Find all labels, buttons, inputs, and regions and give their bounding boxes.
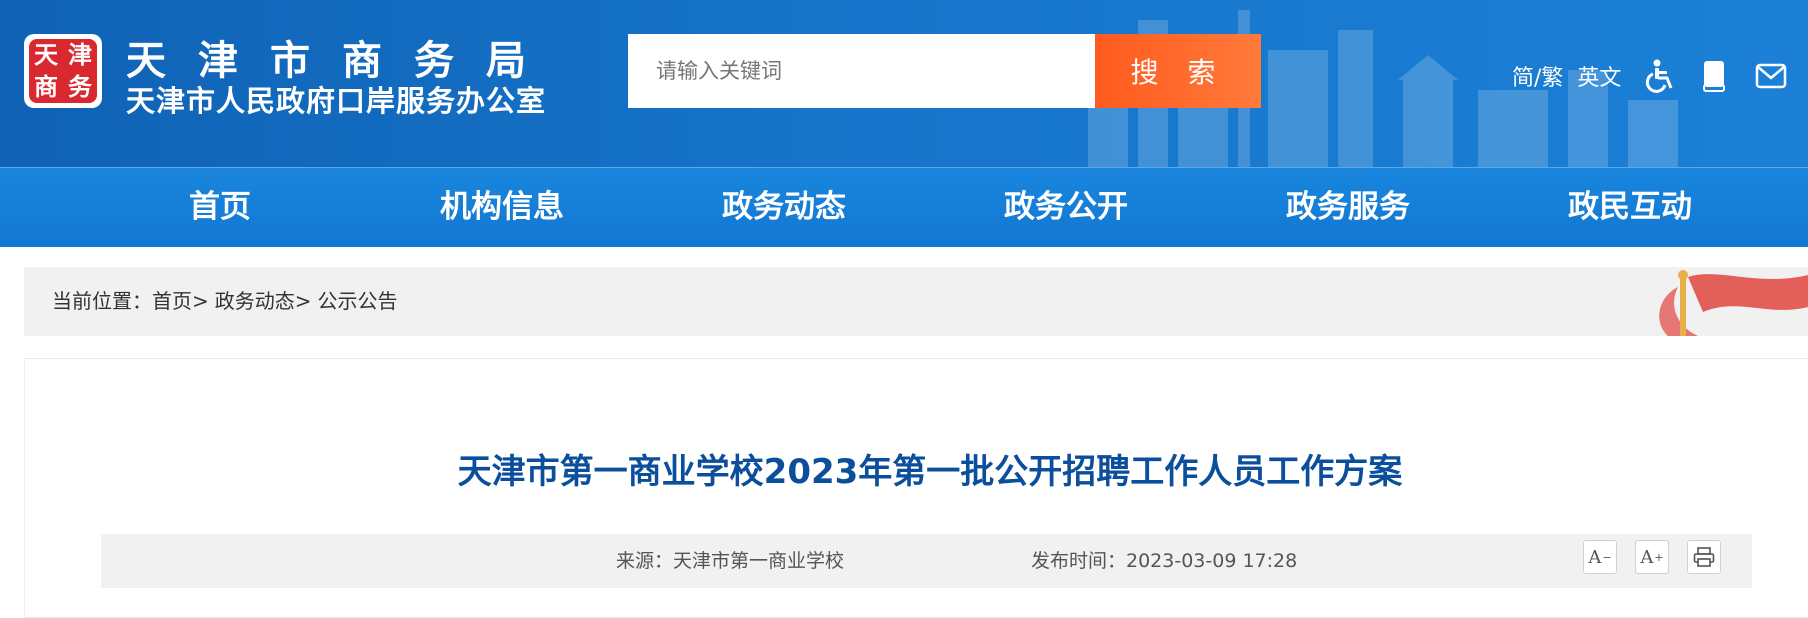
main-nav: 首页 机构信息 政务动态 政务公开 政务服务 政民互动 <box>0 167 1808 247</box>
nav-item-gov-service[interactable]: 政务服务 <box>1228 168 1468 247</box>
breadcrumb-gov-news[interactable]: 政务动态 <box>215 289 295 313</box>
book-icon[interactable] <box>1701 59 1727 93</box>
article-meta-bar: 来源：天津市第一商业学校 发布时间：2023-03-09 17:28 A − A + <box>101 534 1752 588</box>
article-title: 天津市第一商业学校2023年第一批公开招聘工作人员工作方案 <box>457 452 1403 492</box>
logo-char: 商 <box>34 72 58 101</box>
article-publish-time: 发布时间：2023-03-09 17:28 <box>1031 550 1298 572</box>
font-decrease-label: A <box>1588 546 1602 568</box>
logo-mark: 天 津 商 务 <box>29 39 97 103</box>
breadcrumb-separator: > <box>294 289 312 313</box>
search-button[interactable]: 搜 索 <box>1095 34 1261 108</box>
font-increase-label: A <box>1640 546 1654 568</box>
site-header: 天 津 商 务 天津市商务局 天津市人民政府口岸服务办公室 搜 索 简/繁 英文 <box>0 0 1808 167</box>
site-subtitle: 天津市人民政府口岸服务办公室 <box>126 84 547 118</box>
nav-item-home[interactable]: 首页 <box>100 168 340 247</box>
mail-icon[interactable] <box>1755 63 1787 89</box>
logo-char: 务 <box>68 72 92 101</box>
logo-char: 津 <box>68 40 92 69</box>
breadcrumb-notice[interactable]: 公示公告 <box>318 289 398 313</box>
header-tools: 简/繁 英文 <box>1512 58 1808 94</box>
logo-char: 天 <box>34 40 58 69</box>
nav-item-interaction[interactable]: 政民互动 <box>1510 168 1750 247</box>
search-input[interactable] <box>628 34 1095 108</box>
accessibility-icon[interactable] <box>1645 59 1675 93</box>
font-increase-button[interactable]: A + <box>1635 540 1669 574</box>
flag-decoration <box>1659 270 1808 336</box>
nav-item-gov-news[interactable]: 政务动态 <box>664 168 904 247</box>
print-button[interactable] <box>1687 540 1721 574</box>
simplified-traditional-toggle[interactable]: 简/繁 <box>1512 60 1563 92</box>
print-icon <box>1693 547 1715 567</box>
english-link[interactable]: 英文 <box>1577 60 1621 92</box>
nav-item-org-info[interactable]: 机构信息 <box>382 168 622 247</box>
nav-item-gov-open[interactable]: 政务公开 <box>946 168 1186 247</box>
breadcrumb-prefix: 当前位置： <box>52 289 152 313</box>
article-source: 来源：天津市第一商业学校 <box>616 550 845 572</box>
site-logo[interactable]: 天 津 商 务 <box>24 34 102 108</box>
breadcrumb: 当前位置：首页> 政务动态> 公示公告 <box>52 267 398 336</box>
breadcrumb-home[interactable]: 首页 <box>152 289 192 313</box>
font-decrease-button[interactable]: A − <box>1583 540 1617 574</box>
breadcrumb-separator: > <box>192 289 209 313</box>
breadcrumb-bar: 当前位置：首页> 政务动态> 公示公告 <box>24 267 1808 336</box>
